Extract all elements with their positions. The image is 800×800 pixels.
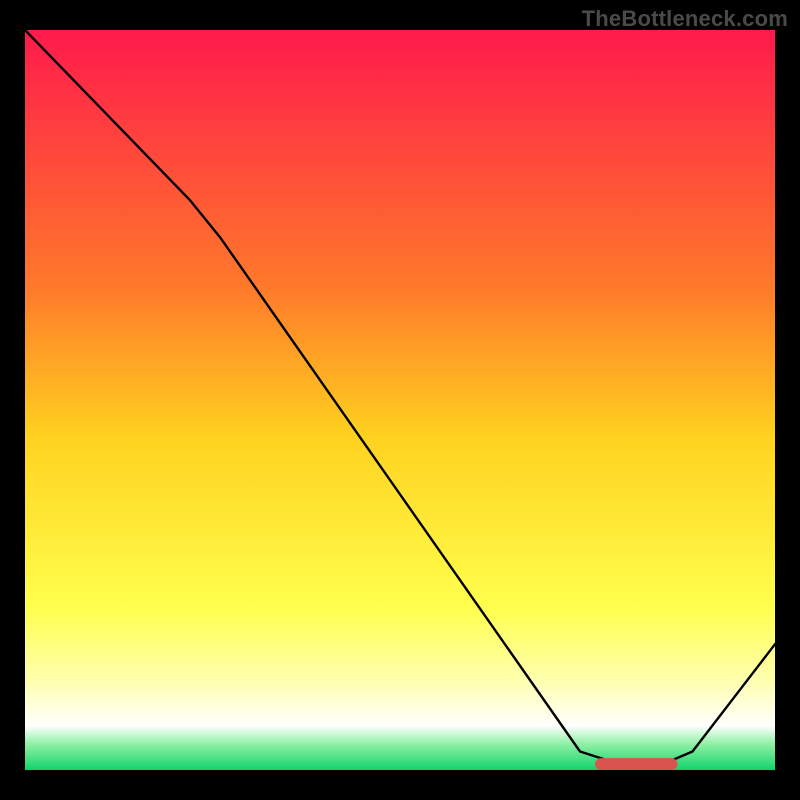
watermark-text: TheBottleneck.com — [582, 6, 788, 32]
optimal-range-marker — [595, 758, 678, 770]
chart-svg — [25, 30, 775, 770]
gradient-background — [25, 30, 775, 770]
plot-area — [25, 30, 775, 770]
chart-frame: TheBottleneck.com — [0, 0, 800, 800]
